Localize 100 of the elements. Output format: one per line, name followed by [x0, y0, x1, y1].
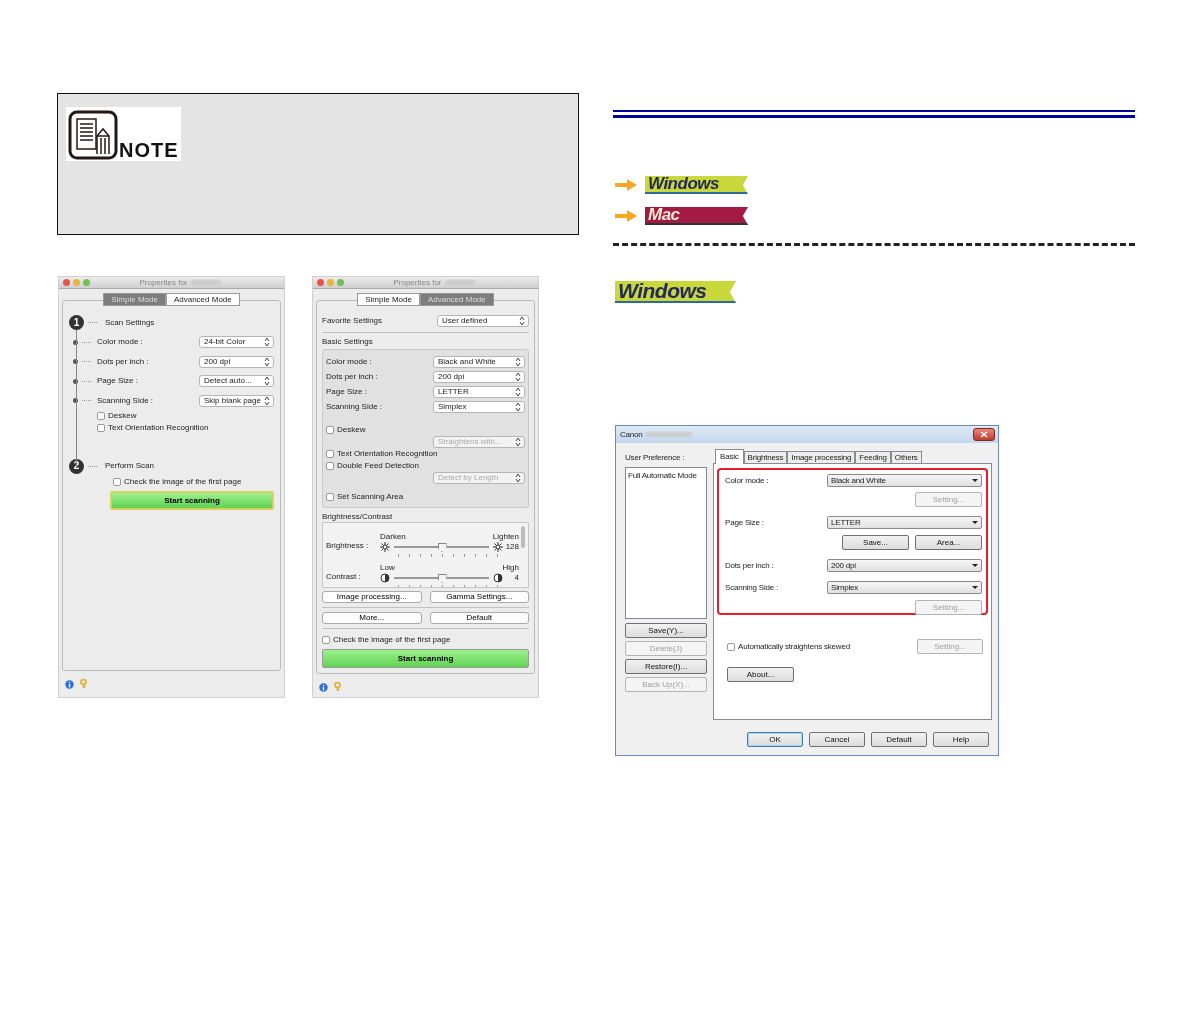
- dropdown[interactable]: User defined: [437, 314, 529, 327]
- updown-arrow-icon: [264, 356, 270, 367]
- arrow-icon: [615, 179, 637, 191]
- link[interactable]: Windows: [645, 176, 748, 194]
- step-label: Perform Scan: [105, 461, 154, 472]
- slider-value: 4: [513, 573, 519, 583]
- slider-value: 128: [504, 542, 519, 552]
- checkbox[interactable]: Set Scanning Area: [326, 492, 404, 502]
- dropdown[interactable]: Black and White: [433, 355, 525, 368]
- setting-label: Scanning Side :: [97, 395, 154, 406]
- button[interactable]: OK: [747, 732, 803, 748]
- step-number: 1: [69, 315, 84, 331]
- start-scanning-button[interactable]: Start scanning: [110, 491, 274, 510]
- button[interactable]: Save...: [842, 535, 909, 551]
- checkbox[interactable]: Text Orientation Recognition: [97, 422, 209, 433]
- field-label: Color mode :: [725, 475, 769, 486]
- tab[interactable]: Others: [890, 451, 922, 464]
- dropdown[interactable]: 200 dpi: [827, 559, 982, 573]
- scrollbar[interactable]: [521, 526, 525, 548]
- checkbox[interactable]: Automatically straightens skewed: [727, 641, 850, 652]
- dropdown-arrow-icon: [972, 586, 978, 590]
- arrow-icon: [615, 210, 637, 222]
- dropdown[interactable]: 24-bit Color: [199, 336, 274, 349]
- checkbox[interactable]: Double Feed Detection: [326, 461, 419, 471]
- info-icon: [319, 682, 328, 692]
- slider-thumb[interactable]: [437, 574, 447, 583]
- dropdown[interactable]: Simplex: [827, 581, 982, 595]
- button[interactable]: Help: [933, 732, 989, 748]
- button[interactable]: Cancel: [809, 732, 865, 748]
- tab[interactable]: Basic: [715, 449, 744, 465]
- field-label: User Preference :: [625, 453, 686, 464]
- window-title: Properties for: [139, 277, 188, 288]
- slider-caption: Lighten: [492, 532, 519, 542]
- updown-arrow-icon: [519, 315, 525, 326]
- section-heading: Brightness/Contrast: [322, 512, 394, 522]
- updown-arrow-icon: [515, 386, 521, 397]
- slider-label: Contrast :: [326, 572, 362, 582]
- tab[interactable]: Image processing: [787, 451, 856, 464]
- sun-icon: [380, 542, 390, 552]
- dropdown[interactable]: Skip blank page: [199, 394, 274, 407]
- checkbox[interactable]: Check the image of the first page: [113, 477, 242, 487]
- setting-label: Page Size :: [97, 376, 138, 387]
- key-icon: [334, 682, 341, 692]
- button[interactable]: Area...: [915, 535, 982, 551]
- close-icon: [980, 431, 988, 439]
- about-button[interactable]: About...: [727, 667, 794, 683]
- key-icon: [80, 679, 87, 689]
- slider-label: Brightness :: [326, 541, 370, 551]
- tab[interactable]: Advanced Mode: [165, 293, 240, 306]
- sun-icon: [493, 542, 503, 552]
- checkbox[interactable]: Deskew: [97, 410, 137, 421]
- blurred-text: [645, 432, 692, 438]
- start-scanning-button[interactable]: Start scanning: [322, 649, 529, 668]
- updown-arrow-icon: [515, 437, 521, 447]
- slider-caption: Darken: [380, 532, 406, 542]
- tab[interactable]: Simple Mode: [357, 293, 420, 306]
- info-icon: [65, 679, 74, 689]
- dropdown-arrow-icon: [972, 564, 978, 568]
- checkbox[interactable]: Text Orientation Recognition: [326, 449, 438, 459]
- setting-label: Dots per inch :: [97, 356, 149, 367]
- dropdown[interactable]: LETTER: [827, 516, 982, 530]
- updown-arrow-icon: [515, 371, 521, 382]
- button[interactable]: Image processing...: [322, 591, 422, 603]
- window-title: Properties for: [393, 277, 442, 288]
- setting-label: Dots per inch :: [326, 371, 378, 382]
- dropdown[interactable]: Simplex: [433, 400, 525, 413]
- dropdown[interactable]: Black and White: [827, 474, 982, 488]
- field-label: Page Size :: [725, 517, 764, 528]
- button[interactable]: Restore(I)...: [625, 659, 707, 675]
- slider-caption: Low: [380, 563, 395, 573]
- contrast-icon: [493, 573, 503, 583]
- step-label: Scan Settings: [105, 317, 155, 328]
- checkbox[interactable]: Check the image of the first page: [322, 635, 451, 645]
- dropdown-arrow-icon: [972, 521, 978, 525]
- checkbox[interactable]: Deskew: [326, 425, 366, 435]
- button[interactable]: Gamma Settings...: [429, 591, 529, 603]
- tab[interactable]: Feeding: [855, 451, 891, 464]
- window-title: Canon: [620, 429, 643, 440]
- updown-arrow-icon: [515, 401, 521, 412]
- updown-arrow-icon: [264, 337, 270, 348]
- close-button[interactable]: [973, 428, 995, 442]
- button[interactable]: Default: [429, 612, 529, 624]
- dropdown[interactable]: Detect auto...: [199, 375, 274, 388]
- tab[interactable]: Brightness: [743, 451, 788, 464]
- button[interactable]: Save(Y)...: [625, 623, 707, 639]
- slider-thumb[interactable]: [437, 543, 447, 552]
- updown-arrow-icon: [264, 395, 270, 406]
- link[interactable]: Mac: [645, 207, 748, 225]
- dropdown-arrow-icon: [972, 479, 978, 483]
- blurred-text: [444, 280, 475, 285]
- field-label: Scanning Side :: [725, 582, 779, 593]
- button[interactable]: More...: [322, 612, 422, 624]
- setting-label: Color mode :: [97, 337, 143, 348]
- list-item[interactable]: Full Automatic Mode: [628, 471, 704, 482]
- dropdown[interactable]: 200 dpi: [433, 370, 525, 383]
- updown-arrow-icon: [515, 473, 521, 483]
- button[interactable]: Default: [871, 732, 927, 748]
- blurred-text: [190, 280, 221, 285]
- dropdown[interactable]: 200 dpi: [199, 355, 274, 368]
- dropdown[interactable]: LETTER: [433, 385, 525, 398]
